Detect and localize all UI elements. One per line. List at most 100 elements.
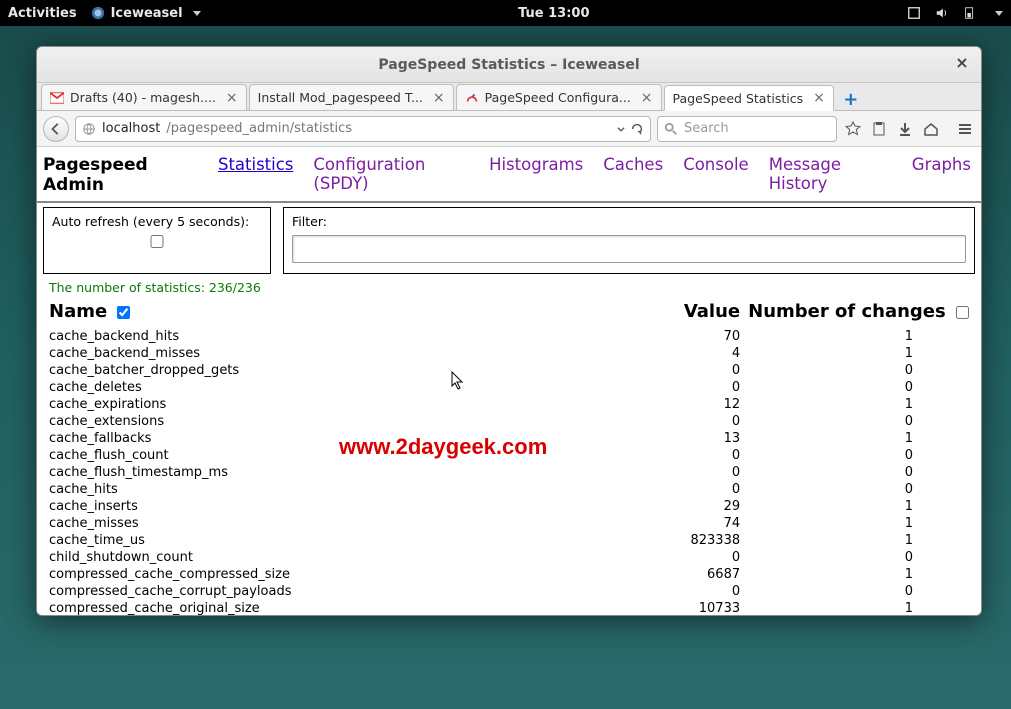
tab-close-icon[interactable]: × (226, 90, 238, 106)
stat-name: cache_deletes (45, 379, 614, 396)
app-menu-label: Iceweasel (111, 6, 183, 21)
tab-drafts[interactable]: Drafts (40) - magesh.... × (41, 84, 247, 110)
clock[interactable]: Tue 13:00 (201, 6, 907, 21)
col-changes[interactable]: Number of changes (744, 297, 973, 328)
volume-icon[interactable] (935, 6, 949, 20)
tab-strip: Drafts (40) - magesh.... × Install Mod_p… (37, 83, 981, 111)
col-value[interactable]: Value (614, 297, 744, 328)
stat-name: cache_time_us (45, 532, 614, 549)
stat-value: 12 (614, 396, 744, 413)
clipboard-icon[interactable] (869, 119, 889, 139)
table-row: cache_flush_timestamp_ms00 (45, 464, 973, 481)
stat-name: cache_flush_timestamp_ms (45, 464, 614, 481)
stat-name: compressed_cache_corrupt_payloads (45, 583, 614, 600)
url-bar[interactable]: localhost/pagespeed_admin/statistics (75, 116, 651, 142)
auto-refresh-box: Auto refresh (every 5 seconds): (43, 207, 271, 274)
nav-statistics[interactable]: Statistics (218, 155, 293, 174)
activities-button[interactable]: Activities (8, 6, 77, 21)
nav-histograms[interactable]: Histograms (489, 155, 583, 174)
tab-close-icon[interactable]: × (813, 90, 825, 106)
col-changes-checkbox[interactable] (956, 306, 969, 319)
system-menu-chevron-icon[interactable] (995, 11, 1003, 16)
stat-changes: 0 (744, 549, 973, 566)
stat-changes: 0 (744, 413, 973, 430)
page-title: Pagespeed Admin (43, 155, 198, 195)
stat-value: 29 (614, 498, 744, 515)
nav-toolbar: localhost/pagespeed_admin/statistics Sea… (37, 111, 981, 147)
stat-value: 0 (614, 464, 744, 481)
table-row: cache_extensions00 (45, 413, 973, 430)
nav-console[interactable]: Console (683, 155, 749, 174)
battery-icon[interactable] (963, 6, 977, 20)
col-changes-label: Number of changes (748, 301, 946, 322)
table-row: cache_deletes00 (45, 379, 973, 396)
download-icon[interactable] (895, 119, 915, 139)
stat-value: 6687 (614, 566, 744, 583)
window-close-button[interactable]: × (953, 55, 971, 73)
table-row: cache_inserts291 (45, 498, 973, 515)
table-row: cache_fallbacks131 (45, 430, 973, 447)
bookmark-star-icon[interactable] (843, 119, 863, 139)
table-row: cache_flush_count00 (45, 447, 973, 464)
stat-value: 0 (614, 413, 744, 430)
tab-pagespeed-stats[interactable]: PageSpeed Statistics × (664, 85, 834, 111)
filter-box: Filter: (283, 207, 975, 274)
stat-changes: 0 (744, 481, 973, 498)
stat-name: cache_inserts (45, 498, 614, 515)
stat-changes: 1 (744, 515, 973, 532)
col-name-checkbox[interactable] (117, 306, 130, 319)
stat-name: cache_hits (45, 481, 614, 498)
a11y-icon[interactable] (907, 6, 921, 20)
filter-label: Filter: (292, 214, 966, 229)
nav-caches[interactable]: Caches (603, 155, 663, 174)
col-name[interactable]: Name (45, 297, 614, 328)
tab-close-icon[interactable]: × (641, 90, 653, 106)
reload-icon[interactable] (630, 122, 644, 136)
stat-changes: 1 (744, 396, 973, 413)
auto-refresh-checkbox[interactable] (52, 235, 262, 248)
stat-changes: 0 (744, 464, 973, 481)
stat-name: child_shutdown_count (45, 549, 614, 566)
stat-name: cache_batcher_dropped_gets (45, 362, 614, 379)
search-bar[interactable]: Search (657, 116, 837, 142)
stat-changes: 1 (744, 566, 973, 583)
table-row: cache_misses741 (45, 515, 973, 532)
tab-close-icon[interactable]: × (433, 90, 445, 106)
tab-install-mod[interactable]: Install Mod_pagespeed T... × (249, 84, 454, 110)
menu-icon[interactable] (955, 119, 975, 139)
filter-input[interactable] (292, 235, 966, 263)
stat-name: compressed_cache_compressed_size (45, 566, 614, 583)
stat-changes: 1 (744, 345, 973, 362)
table-row: cache_backend_misses41 (45, 345, 973, 362)
stat-value: 10733 (614, 600, 744, 615)
stat-count: The number of statistics: 236/236 (37, 274, 981, 297)
pagespeed-nav: Pagespeed Admin Statistics Configuration… (37, 147, 981, 203)
stat-changes: 1 (744, 498, 973, 515)
iceweasel-icon (91, 6, 105, 20)
stats-table-wrap: Name Value Number of changes cache_backe… (37, 297, 981, 615)
stats-table: Name Value Number of changes cache_backe… (45, 297, 973, 615)
new-tab-button[interactable]: + (840, 88, 862, 110)
stat-value: 0 (614, 379, 744, 396)
window-title: PageSpeed Statistics – Iceweasel (378, 57, 639, 73)
stat-value: 0 (614, 362, 744, 379)
tab-label: PageSpeed Configura... (485, 90, 631, 105)
stat-name: cache_extensions (45, 413, 614, 430)
app-menu[interactable]: Iceweasel (91, 6, 201, 21)
table-row: compressed_cache_compressed_size66871 (45, 566, 973, 583)
browser-window: PageSpeed Statistics – Iceweasel × Draft… (36, 46, 982, 616)
stat-value: 0 (614, 583, 744, 600)
dropdown-icon[interactable] (616, 124, 626, 134)
auto-refresh-label: Auto refresh (every 5 seconds): (52, 214, 262, 229)
stat-name: cache_backend_hits (45, 328, 614, 345)
nav-graphs[interactable]: Graphs (912, 155, 971, 174)
nav-message-history[interactable]: Message History (769, 155, 892, 193)
stat-name: cache_fallbacks (45, 430, 614, 447)
tab-pagespeed-config[interactable]: PageSpeed Configura... × (456, 84, 662, 110)
home-icon[interactable] (921, 119, 941, 139)
nav-configuration[interactable]: Configuration (SPDY) (313, 155, 469, 193)
col-value-label: Value (684, 301, 740, 322)
stat-name: compressed_cache_original_size (45, 600, 614, 615)
back-button[interactable] (43, 116, 69, 142)
stat-name: cache_flush_count (45, 447, 614, 464)
